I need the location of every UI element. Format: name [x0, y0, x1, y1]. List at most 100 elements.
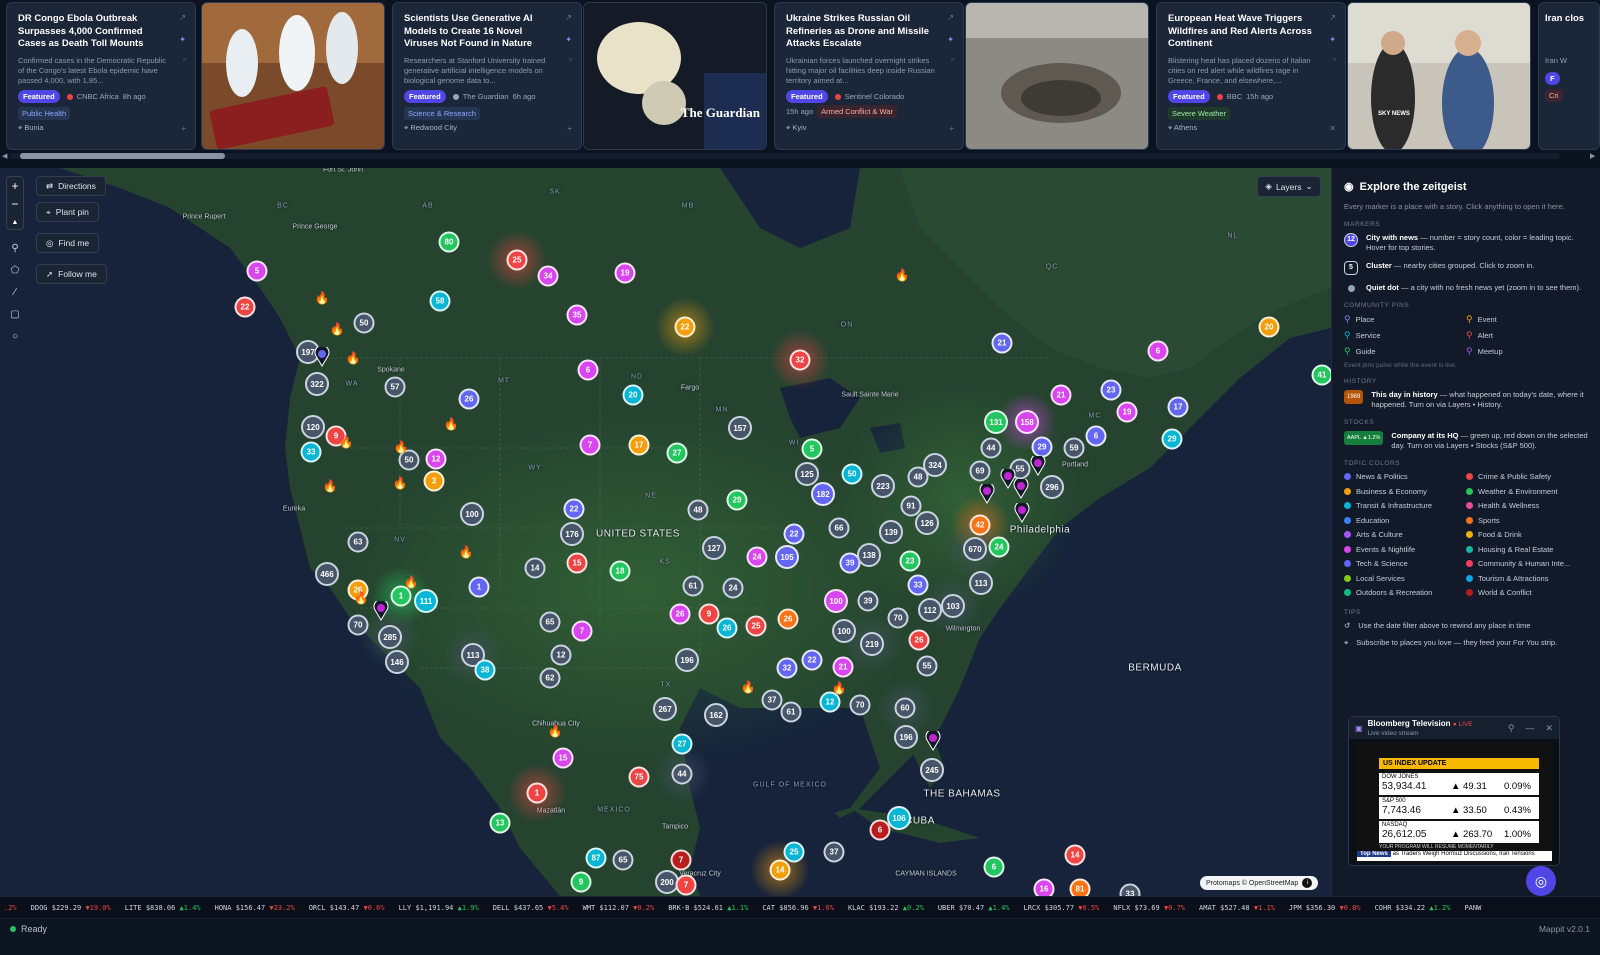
scrollbar-thumb[interactable]	[20, 153, 225, 159]
trash-icon[interactable]: ▫	[1333, 55, 1336, 64]
news-card[interactable]: Ukraine Strikes Russian Oil Refineries a…	[774, 2, 964, 150]
wildfire-icon[interactable]: 🔥	[339, 435, 354, 449]
city-news-marker[interactable]: 7	[571, 620, 593, 642]
pin-icon[interactable]: ✦	[565, 35, 572, 44]
wildfire-icon[interactable]: 🔥	[346, 351, 361, 365]
add-icon[interactable]: +	[567, 124, 572, 133]
open-external-icon[interactable]: ↗	[565, 13, 572, 22]
city-news-marker[interactable]: 466	[315, 562, 339, 586]
city-news-marker[interactable]: 6	[577, 359, 599, 381]
find-me-button[interactable]: ◎ Find me	[36, 233, 100, 253]
city-news-marker[interactable]: 20	[1258, 316, 1280, 338]
city-news-marker[interactable]: 50	[353, 312, 375, 334]
topic-tag[interactable]: Science & Research	[404, 107, 480, 120]
line-tool-icon[interactable]: ∕	[6, 282, 24, 302]
city-news-marker[interactable]: 27	[671, 733, 693, 755]
city-news-marker[interactable]: 131	[984, 410, 1008, 434]
city-news-marker[interactable]: 69	[969, 460, 991, 482]
community-pin-icon[interactable]	[373, 601, 389, 621]
city-news-marker[interactable]: 23	[1100, 379, 1122, 401]
city-news-marker[interactable]: 120	[301, 415, 325, 439]
explore-fab[interactable]: ◎	[1526, 866, 1556, 896]
city-news-marker[interactable]: 33	[300, 441, 322, 463]
topic-tag[interactable]: Severe Weather	[1168, 107, 1231, 120]
city-news-marker[interactable]: 17	[1167, 396, 1189, 418]
city-news-marker[interactable]: 9	[698, 603, 720, 625]
city-news-marker[interactable]: 38	[474, 659, 496, 681]
city-news-marker[interactable]: 44	[671, 763, 693, 785]
wildfire-icon[interactable]: 🔥	[393, 476, 408, 490]
city-news-marker[interactable]: 87	[585, 847, 607, 869]
city-news-marker[interactable]: 176	[560, 522, 584, 546]
wildfire-icon[interactable]: 🔥	[459, 545, 474, 559]
city-news-marker[interactable]: 39	[857, 590, 879, 612]
city-news-marker[interactable]: 14	[524, 557, 546, 579]
trash-icon[interactable]: ▫	[951, 55, 954, 64]
city-news-marker[interactable]: 111	[414, 589, 438, 613]
plant-pin-button[interactable]: ⌖ Plant pin	[36, 202, 99, 222]
city-news-marker[interactable]: 105	[775, 545, 799, 569]
city-news-marker[interactable]: 126	[915, 511, 939, 535]
wildfire-icon[interactable]: 🔥	[741, 680, 756, 694]
city-news-marker[interactable]: 14	[769, 859, 791, 881]
ticker-item[interactable]: COHR $334.22 ▲1.2%	[1375, 904, 1451, 912]
city-news-marker[interactable]: 70	[887, 607, 909, 629]
city-news-marker[interactable]: 37	[823, 841, 845, 863]
city-news-marker[interactable]: 12	[550, 644, 572, 666]
map-canvas[interactable]: UNITED STATES THE BAHAMAS CUBA BERMUDA GULF …	[0, 168, 1331, 896]
pin-icon[interactable]: ✦	[1329, 35, 1336, 44]
rectangle-tool-icon[interactable]: ▢	[6, 304, 24, 324]
pin-icon[interactable]: ⚲	[1508, 723, 1515, 734]
video-frame[interactable]: US INDEX UPDATE DOW JONES 53,934.41 ▲ 49.3…	[1357, 743, 1552, 863]
city-news-marker[interactable]: 19	[614, 262, 636, 284]
ticker-item[interactable]: DDOG $229.29 ▼19.0%	[31, 904, 111, 912]
ticker-item[interactable]: HONA $156.47 ▼23.2%	[215, 904, 295, 912]
city-news-marker[interactable]: 146	[385, 650, 409, 674]
news-card-partial[interactable]: Iran clos Iran W F Cri	[1538, 2, 1600, 150]
city-news-marker[interactable]: 162	[704, 703, 728, 727]
city-news-marker[interactable]: 29	[1161, 428, 1183, 450]
city-news-marker[interactable]: 59	[1063, 437, 1085, 459]
city-news-marker[interactable]: 26	[908, 629, 930, 651]
city-news-marker[interactable]: 61	[682, 575, 704, 597]
city-news-marker[interactable]: 26	[777, 608, 799, 630]
city-news-marker[interactable]: 7	[675, 874, 697, 896]
directions-button[interactable]: ⇄ Directions	[36, 176, 106, 196]
city-news-marker[interactable]: 139	[879, 520, 903, 544]
city-news-marker[interactable]: 12	[425, 448, 447, 470]
ticker-item[interactable]: .2%	[4, 904, 17, 912]
map-attribution[interactable]: Protomaps © OpenStreetMap i	[1200, 876, 1319, 890]
ticker-item[interactable]: DELL $437.65 ▼5.4%	[493, 904, 569, 912]
community-pin-icon[interactable]	[925, 731, 941, 751]
city-news-marker[interactable]: 7	[670, 849, 692, 871]
community-pin-icon[interactable]	[314, 347, 330, 367]
city-news-marker[interactable]: 100	[824, 589, 848, 613]
add-icon[interactable]: +	[181, 124, 186, 133]
city-news-marker[interactable]: 219	[860, 632, 884, 656]
news-image[interactable]: The Guardian	[583, 2, 767, 150]
city-news-marker[interactable]: 75	[628, 766, 650, 788]
city-news-marker[interactable]: 322	[305, 372, 329, 396]
city-news-marker[interactable]: 35	[566, 304, 588, 326]
city-news-marker[interactable]: 113	[969, 571, 993, 595]
ticker-item[interactable]: WMT $112.07 ▼0.2%	[583, 904, 655, 912]
city-news-marker[interactable]: 158	[1015, 410, 1039, 434]
wildfire-icon[interactable]: 🔥	[394, 440, 409, 454]
ticker-item[interactable]: NFLX $73.69 ▼0.7%	[1113, 904, 1185, 912]
news-image[interactable]: SKY NEWS	[1347, 2, 1531, 150]
city-news-marker[interactable]: 13	[489, 812, 511, 834]
city-news-marker[interactable]: 22	[783, 523, 805, 545]
news-title[interactable]: European Heat Wave Triggers Wildfires an…	[1168, 13, 1320, 51]
city-news-marker[interactable]: 14	[1064, 844, 1086, 866]
city-news-marker[interactable]: 267	[653, 697, 677, 721]
city-news-marker[interactable]: 670	[963, 537, 987, 561]
community-pin-icon[interactable]	[979, 484, 995, 504]
city-news-marker[interactable]: 15	[552, 747, 574, 769]
news-card[interactable]: DR Congo Ebola Outbreak Surpasses 4,000 …	[6, 2, 196, 150]
city-news-marker[interactable]: 26	[458, 388, 480, 410]
city-news-marker[interactable]: 15	[566, 552, 588, 574]
city-news-marker[interactable]: 55	[916, 655, 938, 677]
city-news-marker[interactable]: 103	[941, 594, 965, 618]
city-news-marker[interactable]: 21	[1050, 384, 1072, 406]
city-news-marker[interactable]: 63	[347, 531, 369, 553]
